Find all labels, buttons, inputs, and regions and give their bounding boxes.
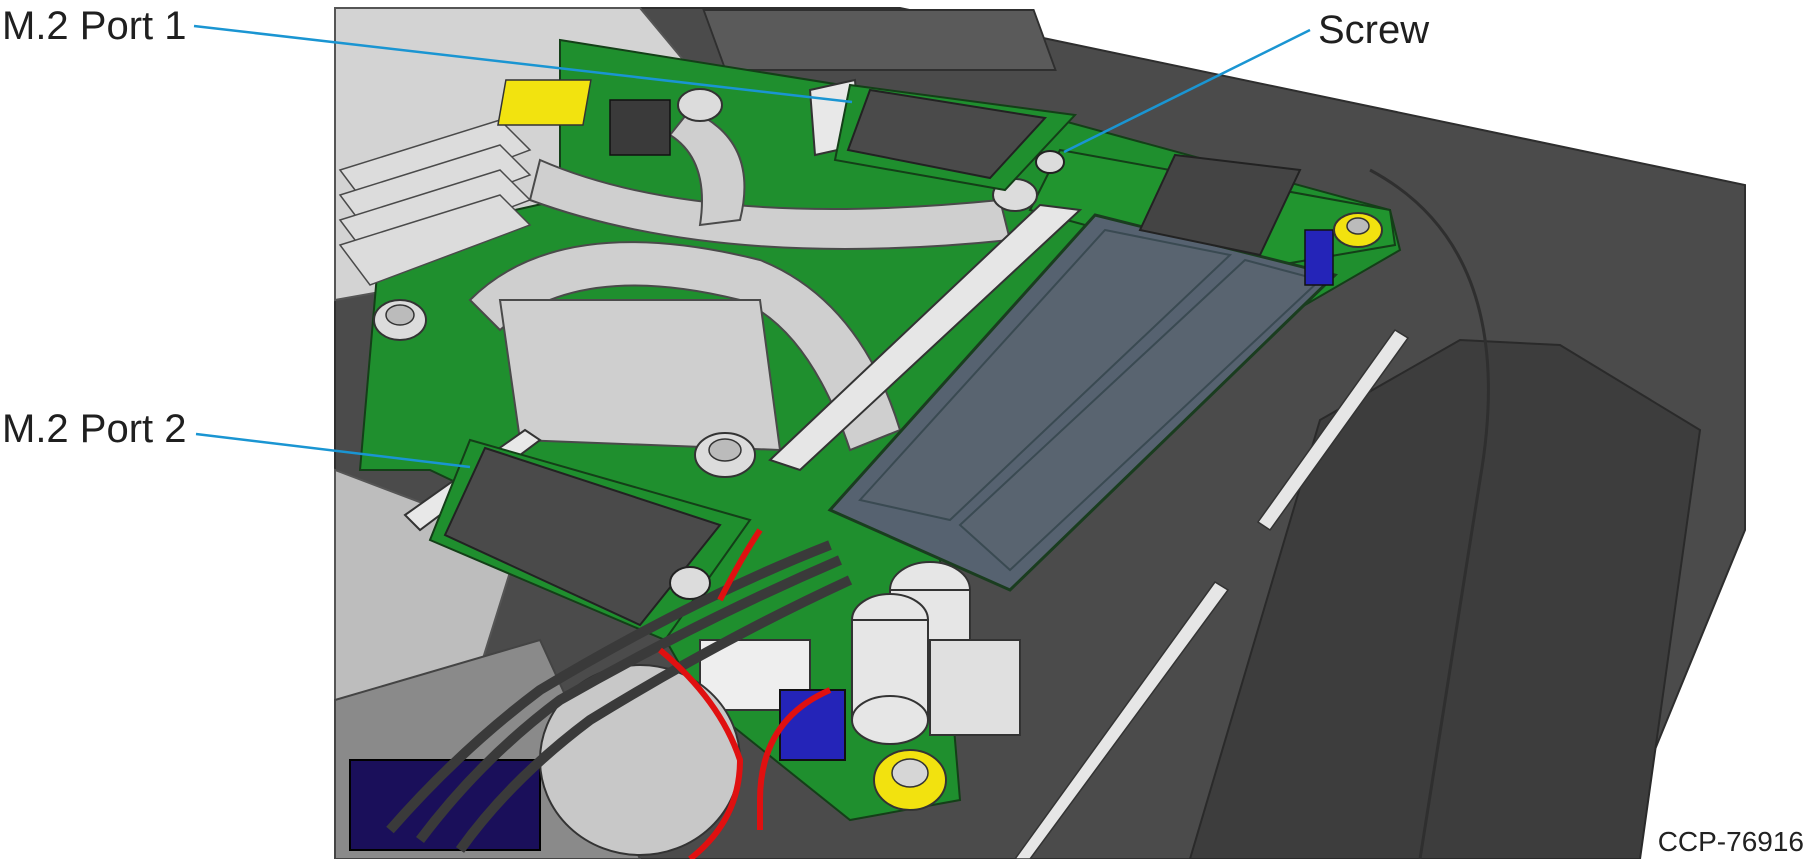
callout-m2-port-2: M.2 Port 2 <box>2 407 187 451</box>
callout-m2-port-1: M.2 Port 1 <box>2 4 187 48</box>
heatsink-screw-center <box>694 432 756 478</box>
connector-gray <box>929 639 1021 736</box>
heatsink-screw-top <box>677 88 723 122</box>
standoff-top-right <box>1333 212 1383 248</box>
figure-code: CCP-76916 <box>1657 826 1804 857</box>
heatsink-screw-left <box>373 299 427 341</box>
standoff-bottom <box>873 749 947 811</box>
blue-connector-right <box>1304 229 1334 286</box>
black-connector <box>609 99 671 156</box>
m2-card-2-screw <box>669 566 711 600</box>
chassis-lid-recess <box>702 9 1057 71</box>
callout-screw: Screw <box>1318 8 1430 52</box>
yellow-connector <box>497 79 592 126</box>
m2-card-1-screw <box>1035 150 1065 174</box>
motherboard-illustration <box>193 7 1746 859</box>
